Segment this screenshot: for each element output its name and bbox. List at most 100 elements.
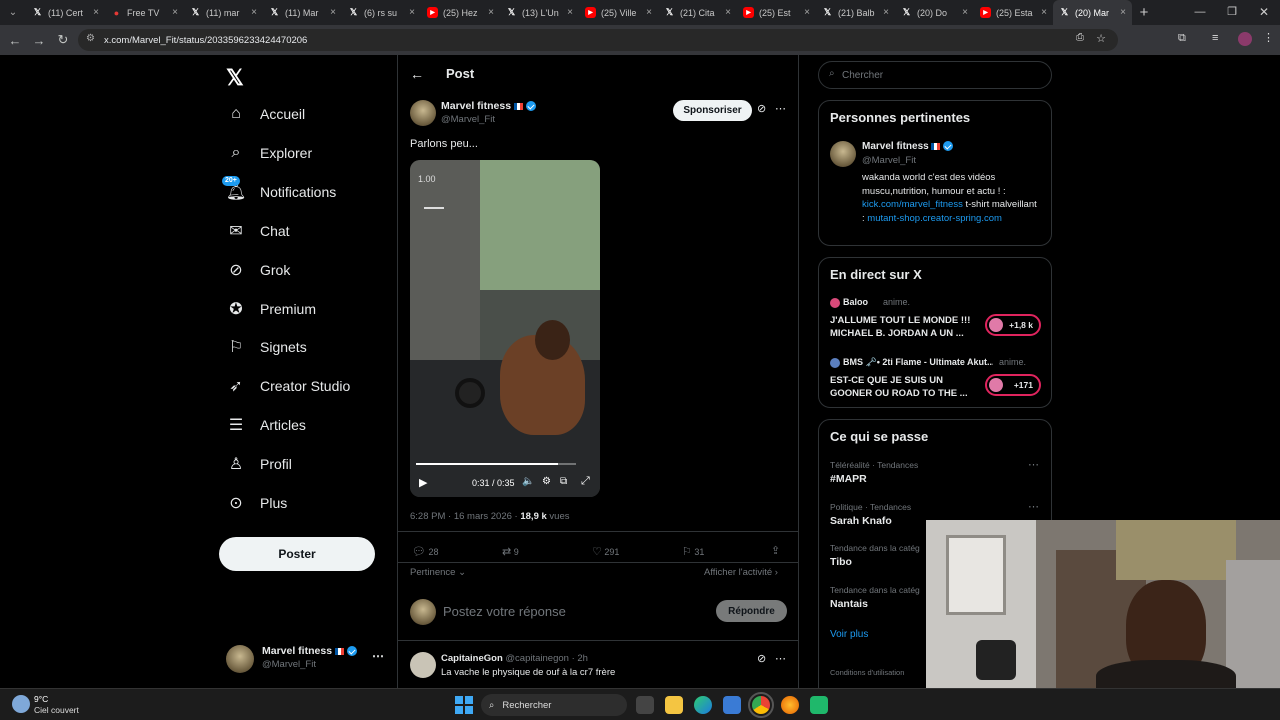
- browser-menu-icon[interactable]: ⋮: [1263, 31, 1274, 44]
- trend-item[interactable]: Tendance dans la catég Nantais: [830, 585, 920, 610]
- browser-tab[interactable]: 𝕏 (6) rs su ×: [342, 0, 421, 25]
- person-avatar[interactable]: [830, 141, 856, 167]
- reply-input[interactable]: Postez votre réponse: [443, 604, 566, 619]
- minimize-button[interactable]: —: [1184, 0, 1216, 25]
- author-name[interactable]: Marvel fitness: [441, 100, 511, 112]
- like-action[interactable]: ♡ 291: [592, 545, 619, 558]
- reload-icon[interactable]: ↻: [51, 28, 75, 52]
- url-field[interactable]: ⚙ x.com/Marvel_Fit/status/20335962334244…: [78, 29, 1118, 51]
- trend-item[interactable]: Téléréalité · Tendances #MAPR: [830, 460, 918, 485]
- bio-link-kick[interactable]: kick.com/marvel_fitness: [862, 199, 963, 210]
- browser-tab[interactable]: ▶ (25) Esta ×: [974, 0, 1053, 25]
- account-more-icon[interactable]: ⋯: [372, 649, 384, 663]
- pip-icon[interactable]: ⧉: [560, 476, 567, 487]
- trend-item[interactable]: Tendance dans la catég Tibo: [830, 543, 920, 568]
- settings-gear-icon[interactable]: ⚙: [542, 476, 551, 487]
- browser-tab[interactable]: 𝕏 (11) Cert ×: [26, 0, 105, 25]
- taskbar-search[interactable]: ⌕ Rechercher: [481, 694, 627, 716]
- extensions-icon[interactable]: ⧉: [1178, 32, 1186, 45]
- close-tab-icon[interactable]: ×: [93, 7, 99, 18]
- live-count-pill[interactable]: +171: [985, 374, 1041, 396]
- trend-item[interactable]: Politique · Tendances Sarah Knafo: [830, 502, 911, 527]
- close-tab-icon[interactable]: ×: [646, 7, 652, 18]
- sidebar-item-explorer[interactable]: ⌕ Explorer: [226, 138, 313, 168]
- edge-icon[interactable]: [694, 696, 712, 714]
- browser-tab[interactable]: 𝕏 (21) Balb ×: [816, 0, 895, 25]
- back-arrow-icon[interactable]: ←: [3, 28, 27, 52]
- sidebar-item-plus[interactable]: ⊙ Plus: [226, 488, 287, 518]
- windows-start-icon[interactable]: [455, 696, 473, 714]
- close-tab-icon[interactable]: ×: [725, 7, 731, 18]
- relevance-dropdown[interactable]: Pertinence ⌄: [410, 567, 466, 578]
- share-icon[interactable]: ⇪: [771, 544, 780, 557]
- sidebar-item-chat[interactable]: ✉ Chat: [226, 216, 289, 246]
- close-tab-icon[interactable]: ×: [1041, 7, 1047, 18]
- media-icon[interactable]: ≡: [1212, 32, 1218, 44]
- install-app-icon[interactable]: ⎙: [1076, 32, 1084, 43]
- sidebar-item-signets[interactable]: ⚐ Signets: [226, 332, 307, 362]
- close-tab-icon[interactable]: ×: [172, 7, 178, 18]
- reply-button[interactable]: Répondre: [716, 600, 787, 622]
- tab-search-chevron-icon[interactable]: ⌄: [0, 0, 26, 25]
- firefox-icon[interactable]: [781, 696, 799, 714]
- live-item[interactable]: Baloo anime. J'ALLUME TOUT LE MONDE !!! MI…: [819, 296, 1051, 351]
- author-avatar[interactable]: [410, 100, 436, 126]
- grok-icon[interactable]: ⊘: [757, 102, 766, 115]
- comment-author[interactable]: CapitaineGon: [441, 653, 503, 664]
- browser-tab[interactable]: 𝕏 (20) Do ×: [895, 0, 974, 25]
- author-handle[interactable]: @Marvel_Fit: [441, 114, 495, 125]
- browser-tab[interactable]: ▶ (25) Hez ×: [421, 0, 500, 25]
- profile-avatar-icon[interactable]: [1238, 32, 1252, 46]
- close-tab-icon[interactable]: ×: [883, 7, 889, 18]
- browser-tab[interactable]: 𝕏 (11) mar ×: [184, 0, 263, 25]
- store-icon[interactable]: [723, 696, 741, 714]
- show-more-link[interactable]: Voir plus: [830, 629, 868, 640]
- close-tab-icon[interactable]: ×: [488, 7, 494, 18]
- more-options-icon[interactable]: ⋯: [775, 652, 786, 665]
- browser-tab[interactable]: ▶ (25) Est ×: [737, 0, 816, 25]
- new-tab-button[interactable]: +: [1132, 4, 1156, 21]
- grok-icon[interactable]: ⊘: [757, 652, 766, 665]
- sidebar-item-profil[interactable]: ♙ Profil: [226, 449, 292, 479]
- close-tab-icon[interactable]: ×: [567, 7, 573, 18]
- trend-more-icon[interactable]: ⋯: [1028, 458, 1039, 471]
- person-name[interactable]: Marvel fitness: [862, 141, 929, 152]
- close-window-button[interactable]: ✕: [1248, 0, 1280, 25]
- fullscreen-icon[interactable]: ⤢: [581, 475, 590, 488]
- sidebar-item-accueil[interactable]: ⌂ Accueil: [226, 99, 305, 129]
- bio-link-shop[interactable]: mutant-shop.creator-spring.com: [867, 213, 1002, 224]
- browser-tab[interactable]: 𝕏 (21) Cita ×: [658, 0, 737, 25]
- browser-tab[interactable]: ▶ (25) Ville ×: [579, 0, 658, 25]
- close-tab-icon[interactable]: ×: [804, 7, 810, 18]
- sidebar-item-articles[interactable]: ☰ Articles: [226, 410, 306, 440]
- site-info-icon[interactable]: ⚙: [86, 33, 95, 44]
- sidebar-item-premium[interactable]: ✪ Premium: [226, 294, 316, 324]
- task-view-icon[interactable]: [636, 696, 654, 714]
- browser-tab[interactable]: 𝕏 (13) L'Un ×: [500, 0, 579, 25]
- live-count-pill[interactable]: +1,8 k: [985, 314, 1041, 336]
- post-button[interactable]: Poster: [219, 537, 375, 571]
- more-options-icon[interactable]: ⋯: [775, 102, 786, 115]
- close-tab-icon[interactable]: ×: [962, 7, 968, 18]
- browser-tab[interactable]: 𝕏 (11) Mar ×: [263, 0, 342, 25]
- repost-action[interactable]: ⇄ 9: [502, 545, 519, 558]
- sidebar-item-grok[interactable]: ⊘ Grok: [226, 255, 290, 285]
- volume-icon[interactable]: 🔈: [522, 476, 534, 487]
- bookmark-action[interactable]: ⚐ 31: [682, 545, 704, 558]
- account-switcher[interactable]: Marvel fitness @Marvel_Fit ⋯: [226, 643, 386, 677]
- sponsor-button[interactable]: Sponsoriser: [673, 100, 752, 121]
- live-item[interactable]: BMS 🗝️• 2ti Flame - Ultimate Akut... anim…: [819, 356, 1051, 411]
- video-progress-track[interactable]: [416, 463, 576, 465]
- browser-tab[interactable]: 𝕏 (20) Mar ×: [1053, 0, 1132, 25]
- close-tab-icon[interactable]: ×: [1120, 7, 1126, 18]
- sidebar-item-notifications[interactable]: 🔔︎ 20+ Notifications: [222, 175, 336, 207]
- x-logo-icon[interactable]: 𝕏: [226, 65, 244, 91]
- forward-arrow-icon[interactable]: →: [27, 28, 51, 52]
- footer-terms-link[interactable]: Conditions d'utilisation: [830, 668, 904, 677]
- close-tab-icon[interactable]: ×: [330, 7, 336, 18]
- browser-tab[interactable]: ● Free TV ×: [105, 0, 184, 25]
- restore-button[interactable]: ❐: [1216, 0, 1248, 25]
- chrome-icon[interactable]: [748, 692, 774, 718]
- trend-more-icon[interactable]: ⋯: [1028, 500, 1039, 513]
- file-explorer-icon[interactable]: [665, 696, 683, 714]
